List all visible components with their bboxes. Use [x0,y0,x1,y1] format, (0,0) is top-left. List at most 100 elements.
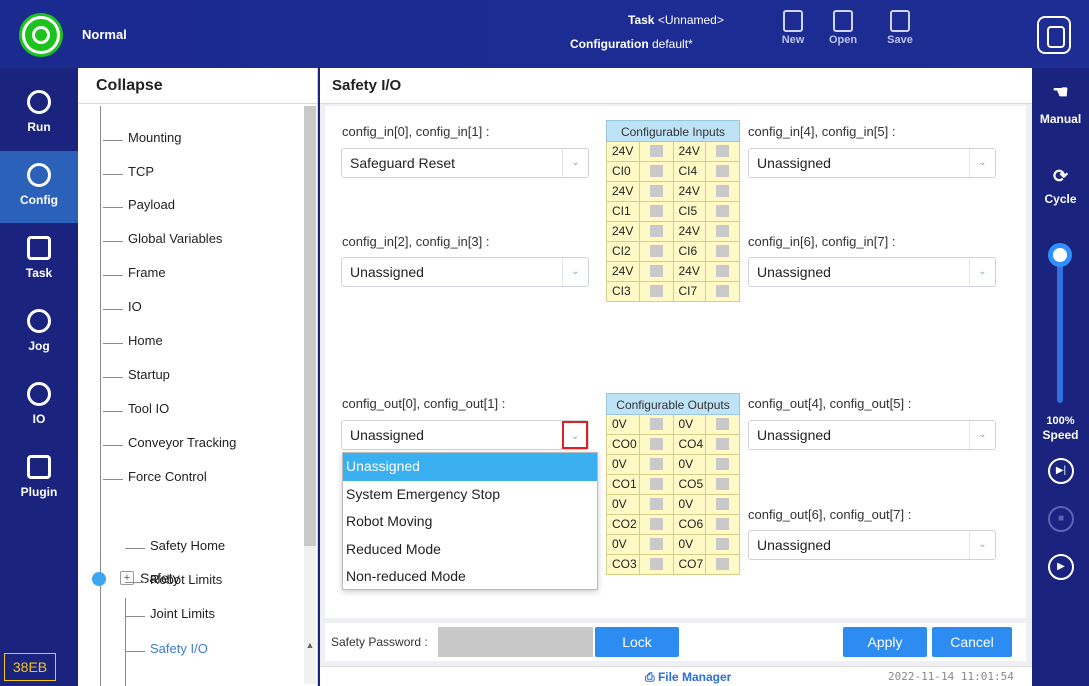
nav-io[interactable]: IO [0,370,78,442]
outputs-pin-label: 0V [607,415,640,435]
outputs-pin-label: CO4 [673,435,707,455]
inputs-pin-label: 24V [607,142,640,162]
brand-logo-icon [1037,16,1071,54]
chevron-down-icon[interactable]: ⌄ [562,421,588,449]
out45-label: config_out[4], config_out[5] : [748,396,912,411]
outputs-pin-label: 0V [607,455,640,475]
outputs-pin-label: CO5 [673,475,707,495]
outputs-pin-label: 0V [673,495,707,515]
config-value: default* [652,37,693,51]
cycle-button[interactable]: Cycle [1032,192,1089,206]
in01-label: config_in[0], config_in[1] : [342,124,490,139]
selected-dot-icon [92,572,106,586]
speed-slider-knob[interactable] [1048,243,1072,267]
in67-label: config_in[6], config_in[7] : [748,234,896,249]
tree-item-mounting[interactable]: Mounting [102,130,181,150]
configurable-inputs-grid: Configurable Inputs 24V 24V CI0 CI4 24V 24V CI… [606,120,740,302]
chevron-down-icon[interactable]: ⌄ [969,531,995,559]
lock-button[interactable]: Lock [595,627,679,657]
save-button[interactable]: Save [875,8,925,60]
gear-icon [27,163,51,187]
outputs-pin-indicator [639,535,674,555]
inputs-pin-indicator [706,202,740,222]
inputs-pin-indicator [706,162,740,182]
config-tree-panel: Collapse Mounting TCP Payload Global Var… [78,68,318,686]
nav-plugin[interactable]: Plugin [0,443,78,515]
out01-dropdown-list[interactable]: Unassigned System Emergency Stop Robot M… [342,452,598,590]
tree-item-global-variables[interactable]: Global Variables [102,231,222,251]
apply-button[interactable]: Apply [843,627,927,657]
inputs-pin-indicator [639,242,674,262]
tree-item-frame[interactable]: Frame [103,265,166,285]
scroll-up-icon[interactable]: ▲ [304,640,316,652]
tree-item-robot-limits[interactable]: Robot Limits [124,572,222,592]
new-button[interactable]: New [768,8,818,60]
nav-config[interactable]: Config [0,151,78,223]
dropdown-option[interactable]: Robot Moving [343,508,597,536]
dropdown-option[interactable]: Non-reduced Mode [343,563,597,591]
cancel-button[interactable]: Cancel [932,627,1012,657]
dropdown-option[interactable]: Unassigned [343,453,597,481]
tree-item-payload[interactable]: Payload [103,197,175,217]
outputs-pin-indicator [639,495,674,515]
outputs-pin-indicator [639,455,674,475]
out67-select[interactable]: Unassigned ⌄ [748,530,996,560]
nav-run[interactable]: Run [0,78,78,150]
speed-label: Speed [1042,428,1079,442]
outputs-pin-label: 0V [673,535,707,555]
out45-select[interactable]: Unassigned ⌄ [748,420,996,450]
task-label: Task [628,13,655,27]
inputs-pin-label: CI7 [673,282,707,302]
outputs-pin-indicator [706,535,740,555]
top-bar: Normal Task <Unnamed> Configuration defa… [0,0,1089,68]
tree-item-conveyor-tracking[interactable]: Conveyor Tracking [102,435,236,455]
tree-item-force-control[interactable]: Force Control [103,469,207,489]
tree-item-io[interactable]: IO [103,299,142,319]
tree-item-startup[interactable]: Startup [103,367,170,387]
open-envelope-icon [833,10,853,32]
dropdown-option[interactable]: Reduced Mode [343,536,597,564]
in01-select[interactable]: Safeguard Reset ⌄ [341,148,589,178]
inputs-row: CI1 CI5 [606,202,740,222]
tree-item-tcp[interactable]: TCP [103,164,154,184]
manual-button[interactable]: Manual [1032,112,1089,126]
cycle-icon: ⟳ [1052,166,1069,186]
inputs-pin-label: 24V [673,182,707,202]
in23-select[interactable]: Unassigned ⌄ [341,257,589,287]
outputs-row: CO3 CO7 [606,555,740,575]
play-icon[interactable]: ▶ [1048,554,1074,580]
tree-scroll-thumb[interactable] [304,106,316,546]
outputs-pin-indicator [706,455,740,475]
in45-select[interactable]: Unassigned ⌄ [748,148,996,178]
outputs-row: 0V 0V [606,535,740,555]
file-manager-link[interactable]: ⎙ File Manager [645,670,731,685]
tree-item-safety-io[interactable]: Safety I/O [125,641,208,661]
tree-item-joint-limits[interactable]: Joint Limits [124,606,215,626]
chevron-down-icon[interactable]: ⌄ [562,149,588,177]
chevron-down-icon[interactable]: ⌄ [969,149,995,177]
chevron-down-icon[interactable]: ⌄ [562,258,588,286]
in67-select[interactable]: Unassigned ⌄ [748,257,996,287]
step-next-icon[interactable]: ▶| [1048,458,1074,484]
nav-task[interactable]: Task [0,224,78,296]
move-arrows-icon [27,309,51,333]
nav-jog[interactable]: Jog [0,297,78,369]
dropdown-option[interactable]: System Emergency Stop [343,481,597,509]
collapse-header[interactable]: Collapse [78,68,317,104]
outputs-pin-indicator [639,515,674,535]
outputs-pin-indicator [639,555,674,575]
password-bar: Safety Password : Lock Apply Cancel [325,623,1026,661]
inputs-pin-label: 24V [673,262,707,282]
tree-item-tool-io[interactable]: Tool IO [102,401,169,421]
open-button[interactable]: Open [818,8,868,60]
chevron-down-icon[interactable]: ⌄ [969,421,995,449]
speed-slider-track[interactable] [1057,253,1063,403]
password-field[interactable] [438,627,593,657]
stop-icon[interactable]: ■ [1048,506,1074,532]
outputs-row: 0V 0V [606,495,740,515]
out01-select[interactable]: Unassigned ⌄ [341,420,589,450]
outputs-pin-label: 0V [673,455,707,475]
tree-item-home[interactable]: Home [103,333,163,353]
tree-item-safety-home[interactable]: Safety Home [124,538,225,558]
chevron-down-icon[interactable]: ⌄ [969,258,995,286]
